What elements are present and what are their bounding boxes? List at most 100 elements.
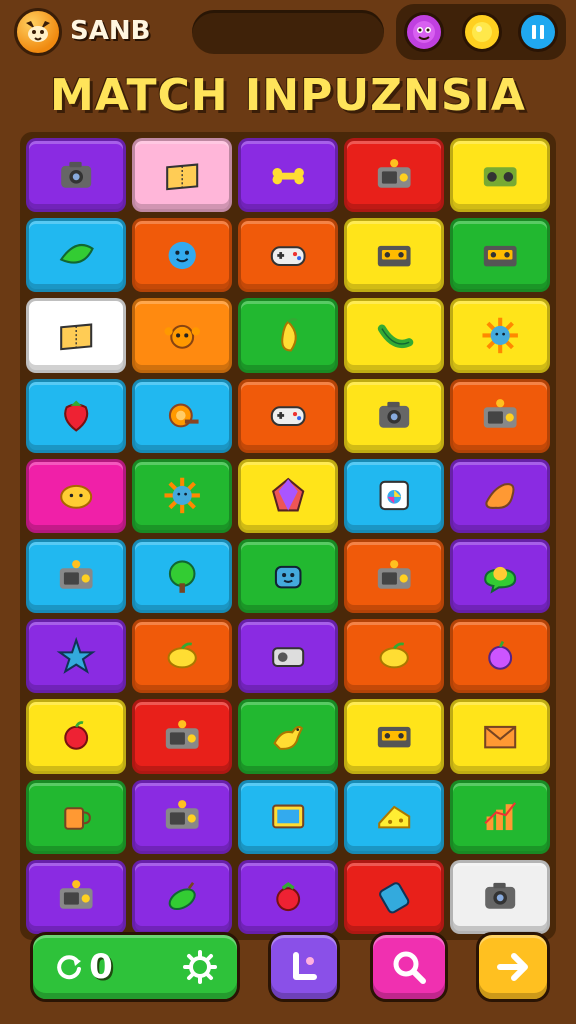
speech-ball-icon [483,566,517,594]
bone-icon [272,167,304,184]
fox-logo-icon [14,8,62,56]
cassette-icon [377,726,411,748]
smiley-ball-icon [168,241,196,269]
arrow-right-icon [497,953,528,981]
tile[interactable] [132,218,232,293]
robot-icon [274,565,302,589]
next-button[interactable] [476,932,550,1002]
bird-icon [273,725,303,750]
tile[interactable] [238,699,338,774]
tile[interactable] [238,378,338,453]
tile[interactable] [344,218,444,293]
yellow-coin-icon[interactable] [462,12,502,52]
tile[interactable] [344,779,444,854]
tile[interactable] [450,619,550,694]
pause-icon[interactable] [518,12,558,52]
tile[interactable] [26,218,126,293]
tile[interactable] [450,458,550,533]
tile[interactable] [344,298,444,373]
tile[interactable] [132,298,232,373]
tile[interactable] [344,859,444,934]
tile[interactable] [26,859,126,934]
tile[interactable] [26,539,126,614]
purple-creature-icon[interactable] [404,12,444,52]
tile[interactable] [26,458,126,533]
leaf-icon [59,243,94,264]
tile[interactable] [238,779,338,854]
tile[interactable] [238,859,338,934]
tile[interactable] [344,539,444,614]
tile[interactable] [26,378,126,453]
tile[interactable] [26,619,126,694]
tile[interactable] [238,138,338,213]
refresh-icon [57,955,82,980]
strawberry-icon [63,400,89,432]
tile[interactable] [238,619,338,694]
radio-icon [165,800,199,829]
radio-icon [59,880,93,910]
tile[interactable] [132,619,232,694]
radio-icon [165,720,199,749]
tile[interactable] [450,699,550,774]
tile[interactable] [450,378,550,453]
tile[interactable] [132,779,232,854]
projector-icon [271,647,305,667]
tile[interactable] [238,218,338,293]
envelope-icon [483,725,517,749]
game-title: MATCH INPUZNSIA [50,70,526,121]
cassette-icon [377,245,411,267]
tile[interactable] [26,779,126,854]
tile[interactable] [344,699,444,774]
cassette-icon [483,245,517,267]
sun-face-icon [164,478,200,514]
cheese-icon [377,805,411,829]
tile[interactable] [450,539,550,614]
mango-icon [281,318,298,352]
crab-icon [164,324,200,349]
tree-icon [168,560,196,593]
tile[interactable] [450,298,550,373]
tile[interactable] [132,458,232,533]
can-icon [378,882,410,914]
tile[interactable] [238,539,338,614]
camera-icon [378,402,409,428]
tile[interactable] [26,138,126,213]
tile[interactable] [450,138,550,213]
player-name: SANB [70,16,151,46]
search-icon [393,951,426,984]
tile[interactable] [344,458,444,533]
tile[interactable] [132,699,232,774]
tile[interactable] [238,458,338,533]
undo-icon [293,952,317,980]
settings-gear-icon[interactable] [182,950,217,984]
tile[interactable] [450,779,550,854]
lemon-icon [379,642,409,669]
hint-button[interactable]: 0 [30,932,240,1002]
tile[interactable] [26,298,126,373]
ticket-icon [165,163,199,190]
tile[interactable] [132,859,232,934]
tile[interactable] [450,859,550,934]
mug-icon [64,807,91,830]
tile[interactable] [132,138,232,213]
apple-icon [64,721,88,750]
cucumber-icon [377,324,414,349]
tile[interactable] [344,378,444,453]
tile[interactable] [26,699,126,774]
tile[interactable] [344,138,444,213]
radio-icon [377,559,411,589]
tile[interactable] [132,539,232,614]
tile[interactable] [450,218,550,293]
tile[interactable] [238,298,338,373]
radio-icon [377,158,411,188]
smiley-bun-icon [59,485,93,510]
tomato-icon [276,882,300,912]
tile[interactable] [344,619,444,694]
tile[interactable] [132,378,232,453]
undo-button[interactable] [268,932,340,1002]
search-button[interactable] [370,932,448,1002]
chart-icon [484,802,516,831]
pepper-icon [168,882,196,911]
splat-icon [485,483,515,510]
top-bar: SANB [0,0,576,64]
